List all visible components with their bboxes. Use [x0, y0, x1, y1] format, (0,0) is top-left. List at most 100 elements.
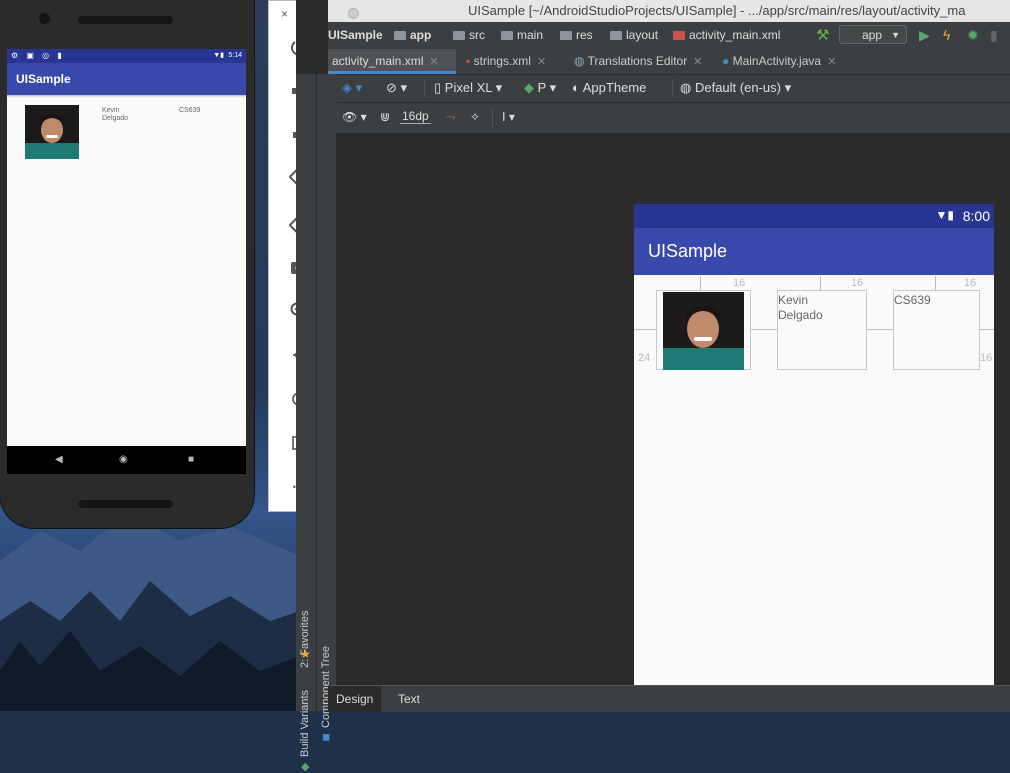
- tab-label: Translations Editor: [587, 54, 688, 68]
- close-tab-icon[interactable]: ✕: [537, 56, 546, 68]
- constraint-line: [700, 276, 701, 290]
- breadcrumb-file-item[interactable]: activity_main.xml: [673, 22, 780, 49]
- tab-activity-main[interactable]: activity_main.xml ✕: [328, 49, 456, 74]
- contact-name-text: Kevin Delgado: [102, 107, 129, 122]
- tab-strings[interactable]: ▪ strings.xml ✕: [466, 49, 546, 74]
- constraint-line: [935, 276, 936, 290]
- eye-icon[interactable]: 👁 ▾: [342, 110, 367, 124]
- infer-constraints-icon[interactable]: ✧: [470, 110, 480, 124]
- back-nav-icon[interactable]: ◀: [55, 454, 63, 465]
- clear-constraints-icon[interactable]: ⤳: [446, 110, 456, 125]
- tab-label: strings.xml: [473, 54, 531, 68]
- toolbar-separator: [424, 79, 425, 97]
- window-title: UISample [~/AndroidStudioProjects/UISamp…: [468, 3, 966, 18]
- home-nav-icon[interactable]: ◉: [119, 454, 128, 465]
- preview-image-view[interactable]: [656, 290, 751, 370]
- tab-label: activity_main.xml: [332, 54, 424, 68]
- tab-design[interactable]: Design: [328, 686, 382, 712]
- profile-photo: [663, 292, 744, 370]
- signal-battery-icon: ▼▮: [213, 52, 224, 59]
- top-speaker: [78, 16, 173, 24]
- breadcrumb-res-item[interactable]: res: [560, 22, 593, 49]
- close-emulator-button[interactable]: ×: [281, 7, 288, 21]
- breadcrumb-project[interactable]: UISample: [328, 22, 383, 49]
- palette-strip: Component Tree ◼: [316, 74, 337, 743]
- run-configuration-select[interactable]: app ▼: [839, 25, 907, 44]
- magnet-icon[interactable]: ⋓: [380, 110, 390, 124]
- android-icon: ◆: [301, 761, 310, 773]
- device-select[interactable]: ▯ Pixel XL ▾: [434, 80, 502, 96]
- constraint-line: [750, 329, 778, 330]
- margin-label: 16: [851, 277, 864, 289]
- default-margin-field[interactable]: 16dp: [400, 109, 431, 124]
- app-bar-title: UISample: [7, 63, 246, 95]
- xml-file-icon: ▪: [466, 54, 471, 68]
- recents-nav-icon[interactable]: ■: [188, 454, 194, 465]
- preview-app-title: UISample: [634, 228, 994, 275]
- breadcrumb-src-item[interactable]: src: [453, 22, 485, 49]
- margin-label: 24: [638, 352, 651, 364]
- margin-label: 16: [964, 277, 977, 289]
- api-level-select[interactable]: ◆ P ▾: [524, 80, 556, 96]
- breadcrumb-app: app: [410, 28, 432, 42]
- profile-photo: [25, 105, 79, 159]
- device-label: Pixel XL: [444, 80, 492, 95]
- theme-label: AppTheme: [582, 80, 647, 95]
- breadcrumb-res: res: [576, 28, 593, 42]
- android-studio-window: UISample [~/AndroidStudioProjects/UISamp…: [296, 0, 1010, 773]
- layout-preview[interactable]: ▼▮ 8:00 UISample 16 16 16 24 16 Kevin De…: [634, 204, 994, 685]
- tab-main-activity[interactable]: ● MainActivity.java ✕: [722, 49, 836, 74]
- xml-file-icon: [673, 31, 685, 40]
- editor-tabs: activity_main.xml ✕ ▪ strings.xml ✕ ◍ Tran…: [328, 49, 1010, 75]
- close-tab-icon[interactable]: ✕: [429, 56, 438, 68]
- emulator-screen[interactable]: ⚙ ▣ ◎ ▮ ▼▮ 5:14 UISample Kevin Delgado C…: [7, 49, 246, 474]
- build-hammer-icon[interactable]: ⚒: [816, 22, 829, 49]
- debug-icon[interactable]: ✹: [967, 22, 979, 49]
- star-icon: ★: [300, 647, 311, 661]
- guidelines-icon[interactable]: Ⅰ ▾: [502, 110, 515, 124]
- tab-label: MainActivity.java: [732, 54, 822, 68]
- tab-text[interactable]: Text: [390, 686, 428, 712]
- preview-time: 8:00: [962, 208, 990, 224]
- build-variants-tool-tab[interactable]: Build Variants: [299, 690, 311, 757]
- breadcrumb-main: main: [517, 28, 544, 42]
- java-class-icon: ●: [722, 54, 730, 68]
- folder-icon: [394, 31, 406, 40]
- notification-icons: ⚙ ▣ ◎ ▮: [11, 51, 65, 60]
- breadcrumb-layout-item[interactable]: layout: [610, 22, 658, 49]
- res-folder-icon: [560, 31, 572, 40]
- folder-icon: [453, 31, 465, 40]
- design-toolbar: ◈ ▾ ⊘ ▾ ▯ Pixel XL ▾ ◆ P ▾ ◐ AppTheme ◍ …: [336, 75, 1010, 102]
- globe-icon: ◍: [680, 80, 692, 95]
- design-canvas[interactable]: ▼▮ 8:00 UISample 16 16 16 24 16 Kevin De…: [336, 134, 1010, 685]
- folder-icon: [501, 31, 513, 40]
- phone-icon: ▯: [434, 80, 442, 95]
- window-titlebar: UISample [~/AndroidStudioProjects/UISamp…: [328, 0, 1010, 22]
- orientation-icon[interactable]: ⊘ ▾: [386, 80, 407, 96]
- locale-label: Default (en-us): [694, 80, 781, 95]
- toolbar-separator: [492, 109, 493, 127]
- constraint-line: [979, 329, 994, 330]
- preview-course-textview[interactable]: CS639: [893, 290, 980, 370]
- close-tab-icon[interactable]: ✕: [693, 56, 702, 68]
- breadcrumb-main-item[interactable]: main: [501, 22, 543, 49]
- bottom-speaker: [78, 500, 173, 508]
- preview-name-textview[interactable]: Kevin Delgado: [777, 290, 867, 370]
- android-icon: ◆: [524, 80, 534, 95]
- front-camera: [39, 13, 50, 24]
- theme-select[interactable]: ◐ AppTheme: [572, 80, 646, 95]
- api-label: P: [537, 80, 547, 95]
- left-tool-strip: 2: Favorites ★ Build Variants ◆: [296, 74, 316, 773]
- locale-select[interactable]: ◍ Default (en-us) ▾: [680, 80, 791, 96]
- close-tab-icon[interactable]: ✕: [827, 56, 836, 68]
- status-bar: ⚙ ▣ ◎ ▮ ▼▮ 5:14: [7, 49, 246, 63]
- emulator-device: ⚙ ▣ ◎ ▮ ▼▮ 5:14 UISample Kevin Delgado C…: [0, 0, 254, 528]
- layers-icon[interactable]: ◈ ▾: [342, 80, 362, 96]
- breadcrumb-app-item[interactable]: app: [394, 22, 431, 49]
- preview-status-bar: ▼▮ 8:00: [634, 204, 994, 228]
- breadcrumb-layout: layout: [626, 28, 659, 42]
- apply-changes-icon[interactable]: ϟ: [943, 22, 950, 49]
- attach-debugger-icon[interactable]: ▮: [990, 22, 998, 49]
- run-icon[interactable]: ▶: [919, 22, 930, 49]
- tab-translations-editor[interactable]: ◍ Translations Editor ✕: [574, 49, 702, 74]
